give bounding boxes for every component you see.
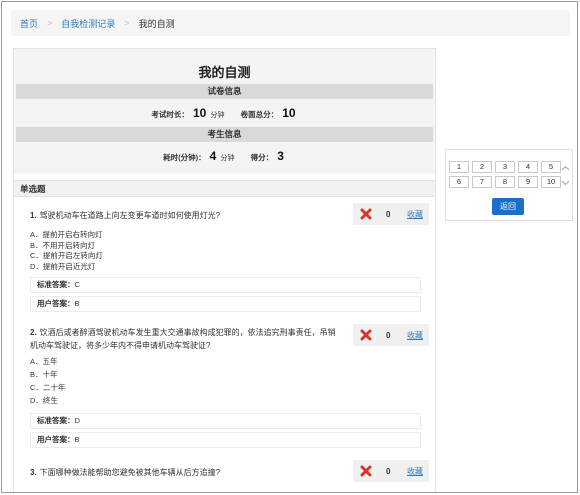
question-number-grid: 1 2 3 4 5 6 7 8 9 10	[449, 161, 561, 188]
question-number-cell[interactable]: 1	[449, 161, 469, 173]
candidate-info-header: 考生信息	[16, 127, 433, 142]
question-stem: 饮酒后或者醉酒驾驶机动车发生重大交通事故构成犯罪的，依法追究刑事责任，吊销机动车…	[30, 328, 336, 350]
breadcrumb-current: 我的自测	[138, 18, 175, 29]
question-number-cell[interactable]: 8	[495, 176, 515, 188]
score-value: 3	[277, 149, 284, 163]
question-options: A．提前开启右转向灯 B．不用开启转向灯 C．提前开启左转向灯 D．提前开启近光…	[30, 230, 421, 272]
question-item: 0 收藏 2. 饮酒后或者醉酒驾驶机动车发生重大交通事故构成犯罪的，依法追究刑事责…	[14, 324, 435, 448]
question-number: 3.	[30, 468, 37, 477]
page-title: 我的自测	[198, 65, 251, 80]
back-button[interactable]: 返回	[492, 198, 524, 215]
collect-link[interactable]: 收藏	[407, 330, 423, 341]
option-a: A．五年	[30, 357, 58, 366]
score-label: 得分：	[250, 153, 274, 162]
question-navigator: 1 2 3 4 5 6 7 8 9 10 返回	[445, 149, 573, 221]
paper-info-line: 考试时长： 10 分钟 卷面总分： 10	[14, 99, 435, 127]
question-number-cell[interactable]: 6	[449, 176, 469, 188]
breadcrumb-separator: >	[47, 18, 53, 28]
page-frame: 首页 > 自我检测记录 > 我的自测 我的自测 试卷信息 考试时长： 10 分钟…	[1, 1, 578, 493]
question-score: 0	[386, 209, 391, 219]
option-c: C．二十年	[30, 383, 66, 392]
question-number-cell[interactable]: 2	[472, 161, 492, 173]
exam-result-panel[interactable]: 我的自测 试卷信息 考试时长： 10 分钟 卷面总分： 10 考生信息 耗时(分…	[13, 48, 436, 492]
question-number: 2.	[30, 328, 37, 337]
time-used-label: 耗时(分钟)：	[163, 153, 206, 162]
question-number: 1.	[30, 211, 37, 220]
user-answer-value: B	[74, 299, 80, 308]
option-b: B．十年	[30, 370, 58, 379]
question-item: 0 收藏 3. 下面哪种做法能帮助您避免被其他车辆从后方追撞?	[14, 460, 435, 482]
question-number-cell[interactable]: 9	[518, 176, 538, 188]
question-score: 0	[386, 466, 391, 476]
option-d: D．提前开启近光灯	[30, 261, 96, 271]
paper-info-header: 试卷信息	[16, 84, 433, 99]
question-number-cell[interactable]: 3	[495, 161, 515, 173]
question-score: 0	[386, 330, 391, 340]
standard-answer-value: D	[74, 416, 80, 425]
standard-answer-label: 标准答案：	[37, 416, 75, 425]
user-answer-label: 用户答案：	[37, 435, 75, 444]
option-c: C．提前开启左转向灯	[30, 251, 103, 260]
time-used-unit: 分钟	[220, 155, 235, 162]
user-answer-label: 用户答案：	[37, 299, 75, 308]
total-score-value: 10	[282, 106, 296, 120]
option-d: D．终生	[30, 396, 58, 405]
breadcrumb: 首页 > 自我检测记录 > 我的自测	[11, 10, 570, 36]
wrong-answer-icon[interactable]	[356, 465, 376, 477]
question-number-cell[interactable]: 7	[472, 176, 492, 188]
user-answer-value: B	[74, 435, 80, 444]
chevron-up-icon[interactable]	[559, 162, 571, 174]
duration-label: 考试时长：	[151, 110, 189, 119]
user-answer: 用户答案：B	[30, 296, 421, 312]
question-type-header: 单选题	[14, 180, 435, 197]
breadcrumb-separator: >	[124, 18, 130, 28]
collect-link[interactable]: 收藏	[407, 466, 423, 477]
question-options: A．五年 B．十年 C．二十年 D．终生	[30, 355, 421, 407]
exam-summary: 我的自测 试卷信息 考试时长： 10 分钟 卷面总分： 10 考生信息 耗时(分…	[14, 49, 435, 174]
standard-answer: 标准答案：C	[30, 277, 421, 293]
question-stem: 驾驶机动车在道路上向左变更车道时如何使用灯光?	[39, 211, 221, 220]
time-used-value: 4	[209, 149, 217, 163]
duration-unit: 分钟	[210, 112, 225, 119]
collect-link[interactable]: 收藏	[407, 209, 423, 220]
chevron-down-icon[interactable]	[559, 177, 571, 189]
user-answer: 用户答案：B	[30, 432, 421, 448]
question-number-cell[interactable]: 10	[541, 176, 561, 188]
breadcrumb-home-link[interactable]: 首页	[20, 17, 38, 30]
total-score-label: 卷面总分：	[240, 110, 279, 119]
wrong-answer-icon[interactable]	[356, 208, 376, 220]
question-tools: 0 收藏	[353, 203, 429, 225]
breadcrumb-records-link[interactable]: 自我检测记录	[61, 17, 115, 30]
question-item: 0 收藏 1. 驾驶机动车在道路上向左变更车道时如何使用灯光? A．提前开启右转向…	[14, 203, 435, 312]
question-number-cell[interactable]: 5	[541, 161, 561, 173]
wrong-answer-icon[interactable]	[356, 329, 376, 341]
standard-answer: 标准答案：D	[30, 413, 421, 429]
question-tools: 0 收藏	[353, 460, 429, 482]
duration-value: 10	[193, 106, 207, 120]
option-a: A．提前开启右转向灯	[30, 230, 103, 239]
question-tools: 0 收藏	[353, 324, 429, 346]
standard-answer-label: 标准答案：	[37, 280, 75, 289]
candidate-info-line: 耗时(分钟)： 4 分钟 得分： 3	[14, 142, 435, 170]
question-stem: 下面哪种做法能帮助您避免被其他车辆从后方追撞?	[39, 468, 221, 477]
standard-answer-value: C	[74, 280, 80, 289]
question-number-cell[interactable]: 4	[518, 161, 538, 173]
option-b: B．不用开启转向灯	[30, 240, 96, 250]
